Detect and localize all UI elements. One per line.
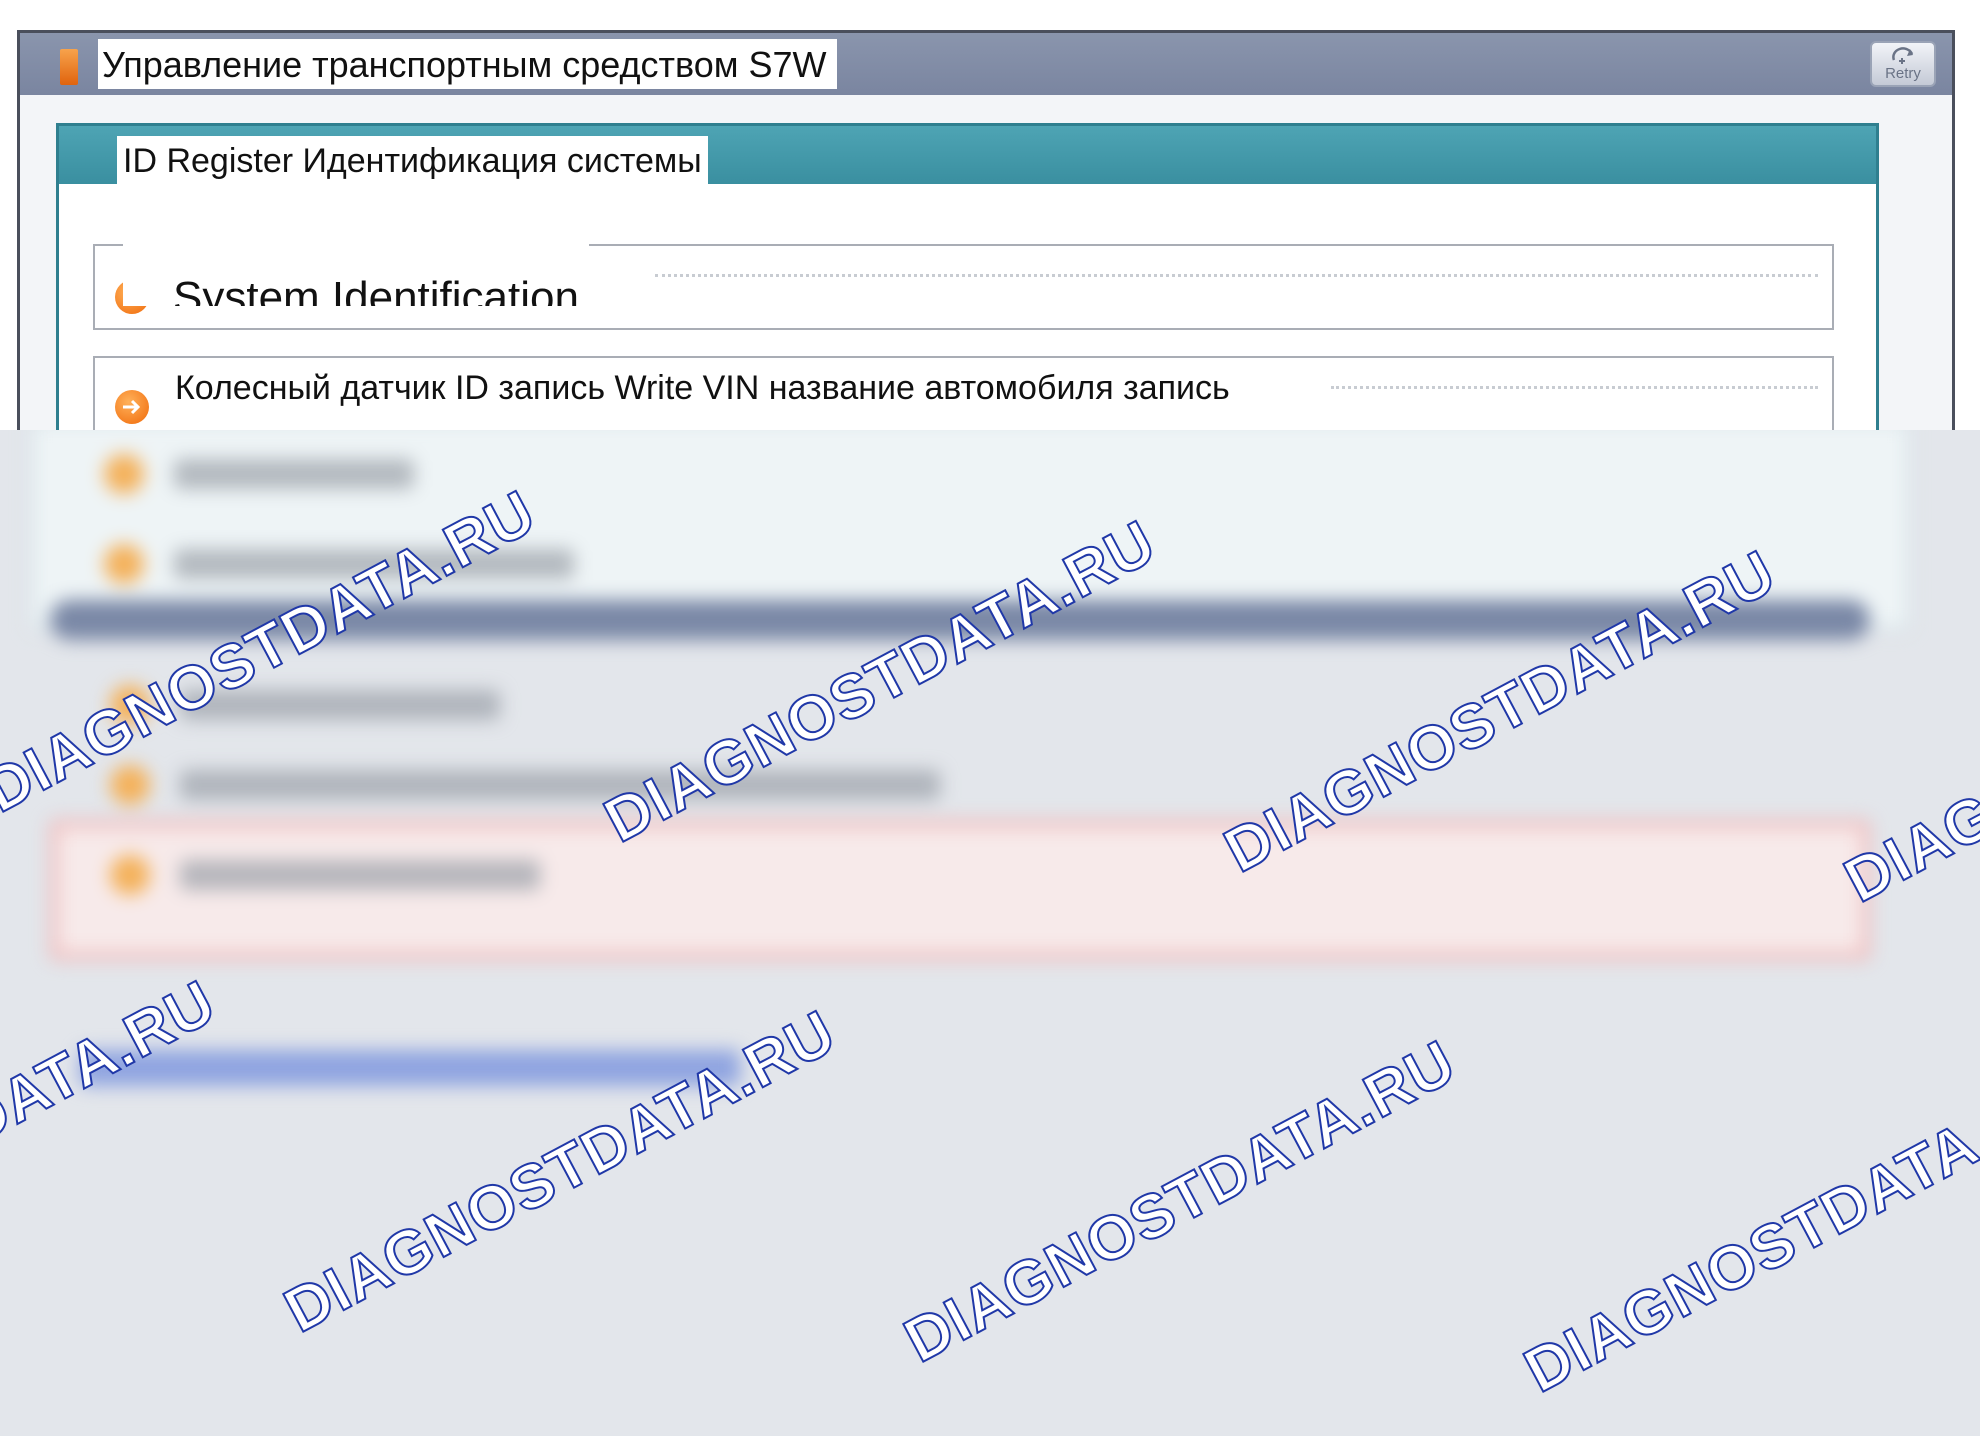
window-titlebar: Управление транспортным средством S7W Re… (20, 33, 1952, 95)
arrow-right-icon (115, 390, 149, 424)
blurred-content-area (0, 430, 1980, 1436)
retry-icon (1892, 47, 1914, 64)
menu-item-system-identification[interactable]: System Identification (93, 244, 1834, 330)
blurred-alert (50, 820, 1870, 960)
title-accent-icon (60, 49, 78, 85)
row-dotted-leader (655, 274, 1818, 277)
retry-label: Retry (1885, 65, 1921, 82)
menu-item-label: Колесный датчик ID запись Write VIN назв… (165, 362, 1240, 414)
panel-header: ID Register Идентификация системы (59, 126, 1876, 184)
blurred-section-bar (50, 600, 1870, 640)
menu-item-label: System Identification (123, 244, 589, 306)
retry-button[interactable]: Retry (1870, 41, 1936, 87)
vehicle-control-window: Управление транспортным средством S7W Re… (17, 30, 1955, 463)
window-title: Управление транспортным средством S7W (98, 39, 837, 89)
id-register-panel: ID Register Идентификация системы System… (56, 123, 1879, 463)
panel-title: ID Register Идентификация системы (117, 136, 708, 184)
row-dotted-leader (1331, 386, 1818, 389)
